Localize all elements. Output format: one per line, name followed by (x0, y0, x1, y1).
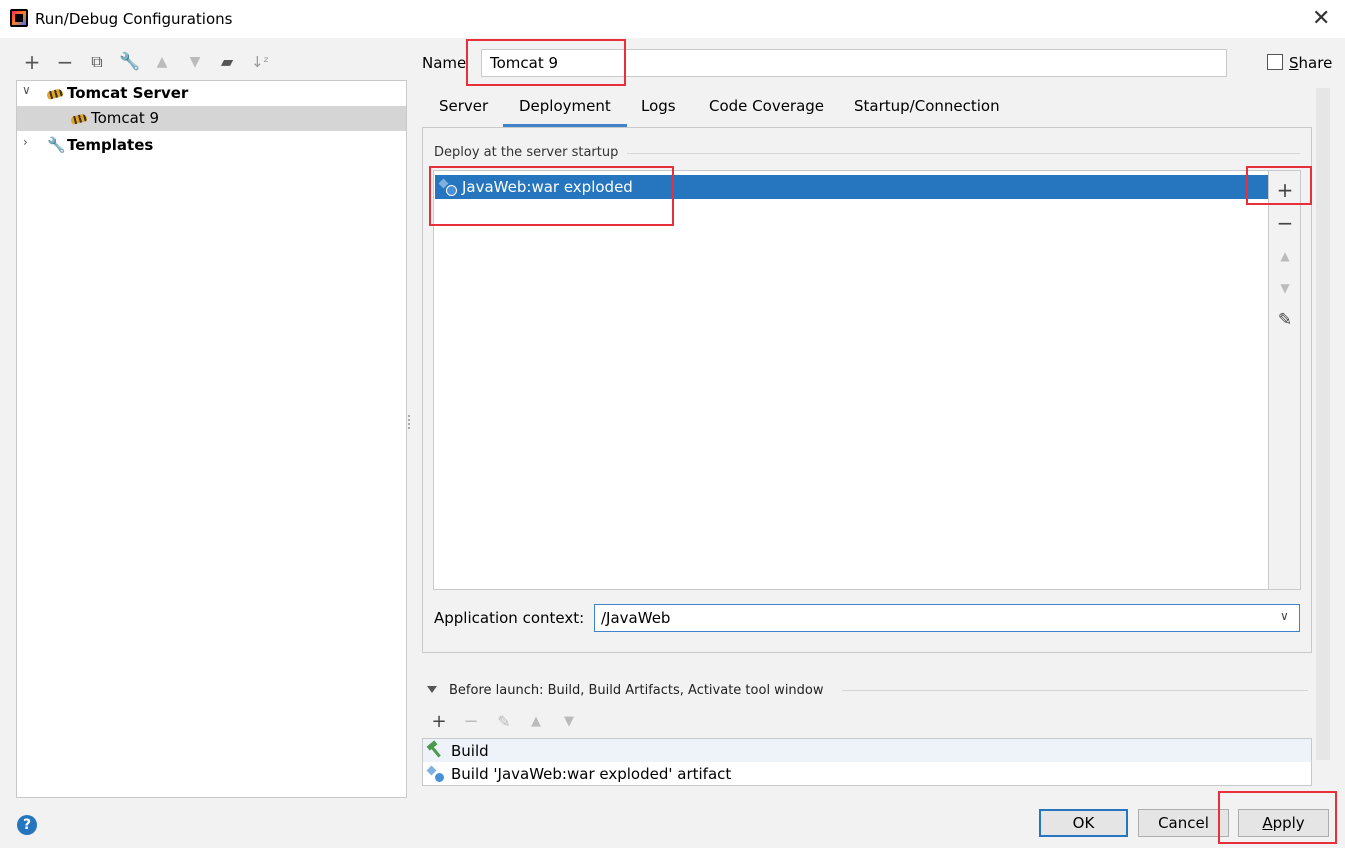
wrench-icon: 🔧 (47, 136, 66, 154)
deployment-item[interactable]: JavaWeb:war exploded (435, 175, 1268, 199)
list-item-label: Build 'JavaWeb:war exploded' artifact (451, 765, 732, 783)
title-bar: Run/Debug Configurations ✕ (0, 0, 1345, 38)
tab-deployment[interactable]: Deployment (503, 92, 627, 127)
add-icon[interactable]: + (19, 50, 45, 76)
list-item[interactable]: Build 'JavaWeb:war exploded' artifact (423, 762, 1311, 785)
list-item-label: Build (451, 742, 489, 760)
tab-logs[interactable]: Logs (625, 92, 692, 127)
move-down-icon[interactable]: ▼ (556, 709, 582, 735)
name-label: Name (422, 54, 467, 72)
ok-button[interactable]: OK (1039, 809, 1128, 837)
tree-item-tomcat-server[interactable]: ∨ Tomcat Server (17, 81, 406, 106)
section-divider (842, 690, 1308, 691)
window-title: Run/Debug Configurations (35, 10, 233, 28)
tree-item-templates[interactable]: › 🔧 Templates (17, 133, 406, 158)
cancel-button[interactable]: Cancel (1138, 809, 1229, 837)
edit-icon[interactable]: ✎ (1270, 307, 1300, 333)
hammer-icon (426, 741, 444, 759)
splitter-handle[interactable] (408, 415, 412, 429)
remove-icon[interactable]: − (1270, 210, 1300, 236)
help-icon[interactable]: ? (17, 815, 37, 835)
tree-item-tomcat-9[interactable]: Tomcat 9 (17, 106, 406, 131)
share-label[interactable]: Share (1289, 54, 1332, 72)
deployment-item-label: JavaWeb:war exploded (462, 178, 633, 196)
move-up-icon[interactable]: ▲ (149, 50, 175, 76)
app-context-input[interactable]: /JavaWeb (594, 604, 1300, 632)
tab-server[interactable]: Server (423, 92, 504, 127)
name-input[interactable]: Tomcat 9 (481, 49, 1227, 77)
new-folder-icon[interactable]: ▰ (214, 50, 240, 76)
before-launch-list: Build Build 'JavaWeb:war exploded' artif… (422, 738, 1312, 786)
tomcat-icon (71, 112, 89, 126)
apply-button[interactable]: Apply (1238, 809, 1329, 837)
copy-icon[interactable]: ⧉ (84, 50, 110, 76)
remove-icon[interactable]: − (458, 709, 484, 735)
collapse-triangle-icon[interactable] (427, 686, 437, 693)
deployment-list: JavaWeb:war exploded (433, 170, 1269, 590)
move-down-icon[interactable]: ▼ (1270, 275, 1300, 301)
before-launch-title: Before launch: Build, Build Artifacts, A… (449, 683, 824, 698)
tree-item-label: Templates (67, 136, 154, 154)
move-up-icon[interactable]: ▲ (523, 709, 549, 735)
chevron-right-icon[interactable]: › (23, 135, 28, 149)
tree-item-label: Tomcat 9 (91, 109, 160, 127)
tree-item-label: Tomcat Server (67, 84, 189, 102)
chevron-down-icon[interactable]: ∨ (22, 83, 31, 97)
move-up-icon[interactable]: ▲ (1270, 243, 1300, 269)
tab-code-coverage[interactable]: Code Coverage (693, 92, 840, 127)
tomcat-icon (47, 87, 65, 101)
intellij-app-icon (10, 9, 28, 27)
list-item[interactable]: Build (423, 739, 1311, 762)
edit-icon[interactable]: ✎ (491, 709, 517, 735)
artifact-icon (427, 765, 445, 783)
app-context-label: Application context: (434, 609, 585, 627)
share-checkbox[interactable] (1267, 54, 1283, 70)
scrollbar[interactable] (1316, 88, 1330, 760)
chevron-down-icon[interactable]: ∨ (1280, 609, 1289, 623)
wrench-icon[interactable]: 🔧 (117, 50, 143, 76)
close-icon[interactable]: ✕ (1312, 6, 1330, 31)
deploy-section-title: Deploy at the server startup (434, 145, 619, 160)
move-down-icon[interactable]: ▼ (182, 50, 208, 76)
remove-icon[interactable]: − (52, 50, 78, 76)
tab-startup-connection[interactable]: Startup/Connection (838, 92, 1016, 127)
add-icon[interactable]: + (426, 709, 452, 735)
section-divider (627, 153, 1300, 154)
configuration-tree: ∨ Tomcat Server Tomcat 9 › 🔧 Templates (16, 80, 407, 798)
sort-icon[interactable]: ↓ᶻ (247, 50, 273, 76)
add-icon[interactable]: + (1270, 177, 1300, 203)
artifact-icon (439, 178, 457, 196)
